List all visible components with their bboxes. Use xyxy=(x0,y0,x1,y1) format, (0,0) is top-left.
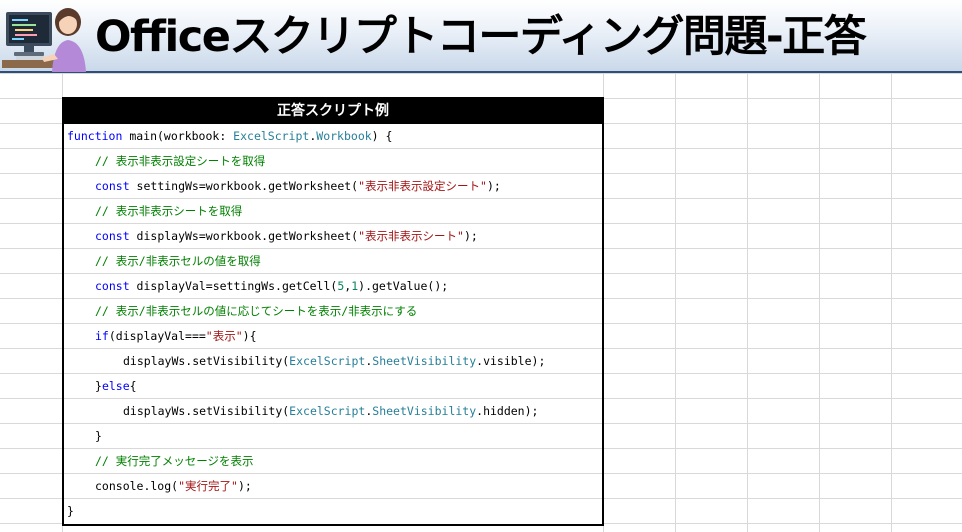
code-line[interactable]: displayWs.setVisibility(ExcelScript.Shee… xyxy=(64,349,602,374)
code-token: ExcelScript xyxy=(233,129,310,143)
code-token: SheetVisibility xyxy=(372,404,477,418)
code-token: displayWs.setVisibility( xyxy=(123,354,290,368)
code-line[interactable]: // 表示非表示設定シートを取得 xyxy=(64,149,602,174)
code-token: const xyxy=(95,179,130,193)
code-token: displayWs.setVisibility( xyxy=(123,404,290,418)
code-token: (displayVal=== xyxy=(108,329,206,343)
code-token: } xyxy=(95,429,102,443)
code-token: ExcelScript xyxy=(289,404,366,418)
code-line[interactable]: const displayWs=workbook.getWorksheet("表… xyxy=(64,224,602,249)
code-token: settingWs=workbook.getWorksheet( xyxy=(129,179,359,193)
page-title: Officeスクリプトコーディング問題-正答 xyxy=(95,12,867,62)
code-line[interactable]: displayWs.setVisibility(ExcelScript.Shee… xyxy=(64,399,602,424)
code-token: "表示非表示シート" xyxy=(358,229,464,243)
code-line[interactable]: if(displayVal==="表示"){ xyxy=(64,324,602,349)
code-token: main(workbook: xyxy=(122,129,234,143)
code-token: ).getValue(); xyxy=(358,279,449,293)
code-line[interactable]: }else{ xyxy=(64,374,602,399)
code-table-header: 正答スクリプト例 xyxy=(64,99,602,124)
code-token: // 表示/非表示セルの値に応じてシートを表示/非表示にする xyxy=(95,304,418,318)
code-line[interactable]: const settingWs=workbook.getWorksheet("表… xyxy=(64,174,602,199)
code-token: "実行完了" xyxy=(178,479,238,493)
code-token: // 表示/非表示セルの値を取得 xyxy=(95,254,261,268)
title-banner: Officeスクリプトコーディング問題-正答 xyxy=(0,0,962,73)
code-lines: function main(workbook: ExcelScript.Work… xyxy=(64,124,602,524)
code-line[interactable]: // 表示非表示シートを取得 xyxy=(64,199,602,224)
code-line[interactable]: console.log("実行完了"); xyxy=(64,474,602,499)
code-token: ) { xyxy=(371,129,393,143)
code-token: displayVal=settingWs.getCell( xyxy=(129,279,338,293)
code-token: } xyxy=(95,379,102,393)
code-token: "表示非表示設定シート" xyxy=(358,179,487,193)
code-token: displayWs=workbook.getWorksheet( xyxy=(129,229,359,243)
code-token: const xyxy=(95,229,130,243)
code-line[interactable]: } xyxy=(64,499,602,524)
code-token: "表示" xyxy=(205,329,243,343)
code-token: function xyxy=(67,129,123,143)
code-line[interactable]: const displayVal=settingWs.getCell(5,1).… xyxy=(64,274,602,299)
code-line[interactable]: // 実行完了メッセージを表示 xyxy=(64,449,602,474)
code-token: { xyxy=(129,379,137,393)
code-table: 正答スクリプト例 function main(workbook: ExcelSc… xyxy=(62,97,604,526)
code-line[interactable]: function main(workbook: ExcelScript.Work… xyxy=(64,124,602,149)
code-token: if xyxy=(95,329,109,343)
code-token: ); xyxy=(486,179,501,193)
code-token: ); xyxy=(237,479,252,493)
code-line[interactable]: } xyxy=(64,424,602,449)
code-token: // 表示非表示シートを取得 xyxy=(95,204,243,218)
code-token: ExcelScript xyxy=(289,354,366,368)
code-token: } xyxy=(67,504,74,518)
code-token: Workbook xyxy=(316,129,372,143)
person-at-computer-icon xyxy=(2,8,86,72)
code-token: .visible); xyxy=(476,354,546,368)
code-line[interactable]: // 表示/非表示セルの値に応じてシートを表示/非表示にする xyxy=(64,299,602,324)
code-token: const xyxy=(95,279,130,293)
code-line[interactable]: // 表示/非表示セルの値を取得 xyxy=(64,249,602,274)
code-token: // 表示非表示設定シートを取得 xyxy=(95,154,266,168)
code-token: console.log( xyxy=(95,479,179,493)
code-token: else xyxy=(101,379,130,393)
code-token: ); xyxy=(463,229,478,243)
code-token: SheetVisibility xyxy=(372,354,477,368)
code-token: // 実行完了メッセージを表示 xyxy=(95,454,254,468)
code-token: .hidden); xyxy=(476,404,539,418)
code-token: ){ xyxy=(242,329,257,343)
